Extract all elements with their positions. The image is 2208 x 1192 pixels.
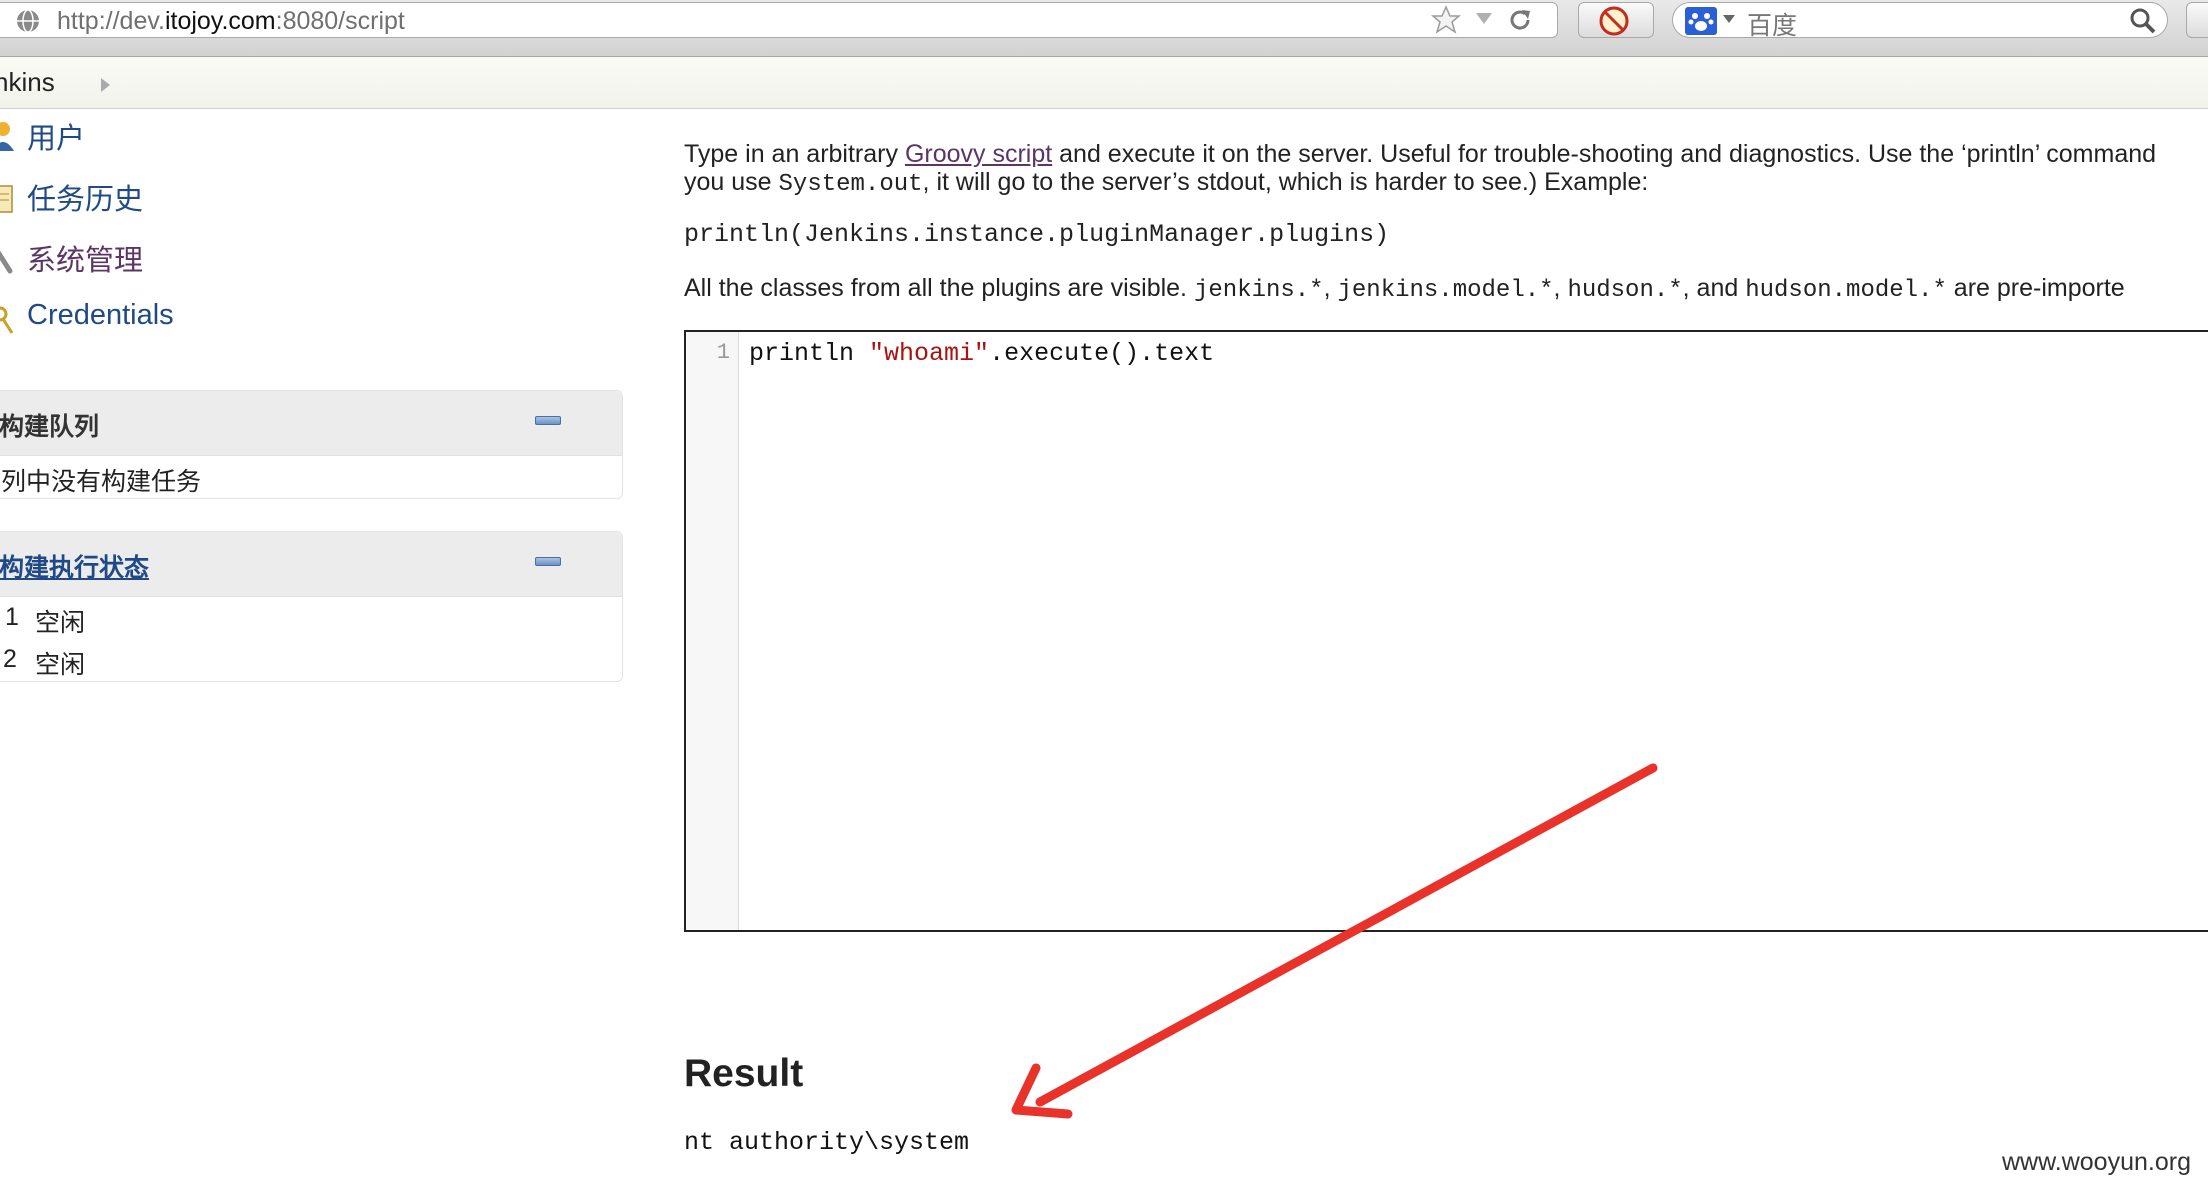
executors-title-link[interactable]: 构建执行状态 (0, 548, 149, 584)
history-dropdown-icon[interactable] (1476, 13, 1492, 25)
example-code: println(Jenkins.instance.pluginManager.p… (684, 220, 1390, 249)
breadcrumb: nkins (0, 57, 2208, 109)
collapse-icon[interactable] (535, 416, 561, 425)
baidu-paw-icon[interactable] (1685, 7, 1717, 35)
script-editor[interactable]: 1 println "whoami".execute().text (684, 330, 2208, 932)
search-bar[interactable]: 百度 (1672, 2, 2168, 40)
toolbar-overflow-button[interactable] (2186, 2, 2208, 38)
watermark: www.wooyun.org (2002, 1148, 2191, 1176)
bookmark-star-icon[interactable] (1431, 5, 1461, 35)
executor-row: 2 空闲 (0, 639, 622, 679)
classes-paragraph: All the classes from all the plugins are… (684, 274, 2125, 304)
editor-gutter: 1 (686, 332, 739, 930)
globe-icon (17, 9, 39, 33)
adblock-button[interactable] (1578, 2, 1654, 38)
breadcrumb-jenkins[interactable]: nkins (0, 67, 55, 98)
line-number: 1 (716, 340, 730, 365)
search-placeholder[interactable]: 百度 (1747, 6, 1797, 42)
task-history-link[interactable]: 任务历史 (27, 176, 143, 218)
result-heading: Result (684, 1052, 804, 1095)
result-output: nt authority\system (684, 1128, 970, 1157)
reload-icon[interactable] (1506, 6, 1534, 34)
key-icon (0, 306, 14, 334)
executor-number: 1 (5, 603, 19, 631)
intro-paragraph: Type in an arbitrary Groovy script and e… (684, 140, 2157, 198)
task-manage-link[interactable]: 系统管理 (27, 237, 143, 279)
engine-dropdown-icon[interactable] (1723, 15, 1735, 24)
task-credentials-link[interactable]: Credentials (27, 299, 174, 332)
executors-header: 构建执行状态 (0, 532, 622, 597)
wrench-icon (0, 250, 13, 274)
executor-row: 1 空闲 (0, 597, 622, 637)
collapse-icon[interactable] (535, 557, 561, 566)
executor-status: 空闲 (35, 609, 86, 637)
address-bar[interactable]: http://dev.itojoy.com:8080/script (0, 2, 1558, 38)
no-ads-icon (1599, 6, 1629, 36)
code-line[interactable]: println "whoami".execute().text (749, 339, 1214, 368)
build-queue-empty: 列中没有构建任务 (1, 468, 202, 496)
build-queue-title: 构建队列 (0, 413, 100, 441)
build-queue-pane: 构建队列 列中没有构建任务 (0, 390, 623, 499)
notepad-icon (0, 185, 13, 213)
executors-pane: 构建执行状态 1 空闲 2 空闲 (0, 531, 623, 682)
groovy-script-link[interactable]: Groovy script (905, 140, 1052, 168)
breadcrumb-arrow-icon[interactable] (101, 78, 110, 92)
browser-toolbar: http://dev.itojoy.com:8080/script 百度 (0, 0, 2208, 57)
task-user-link[interactable]: 用户 (27, 115, 85, 157)
build-queue-header: 构建队列 (0, 391, 622, 456)
search-icon[interactable] (2129, 7, 2157, 35)
url-text[interactable]: http://dev.itojoy.com:8080/script (57, 7, 405, 36)
executor-number: 2 (3, 645, 17, 673)
executor-status: 空闲 (35, 651, 86, 679)
user-icon (0, 122, 14, 151)
